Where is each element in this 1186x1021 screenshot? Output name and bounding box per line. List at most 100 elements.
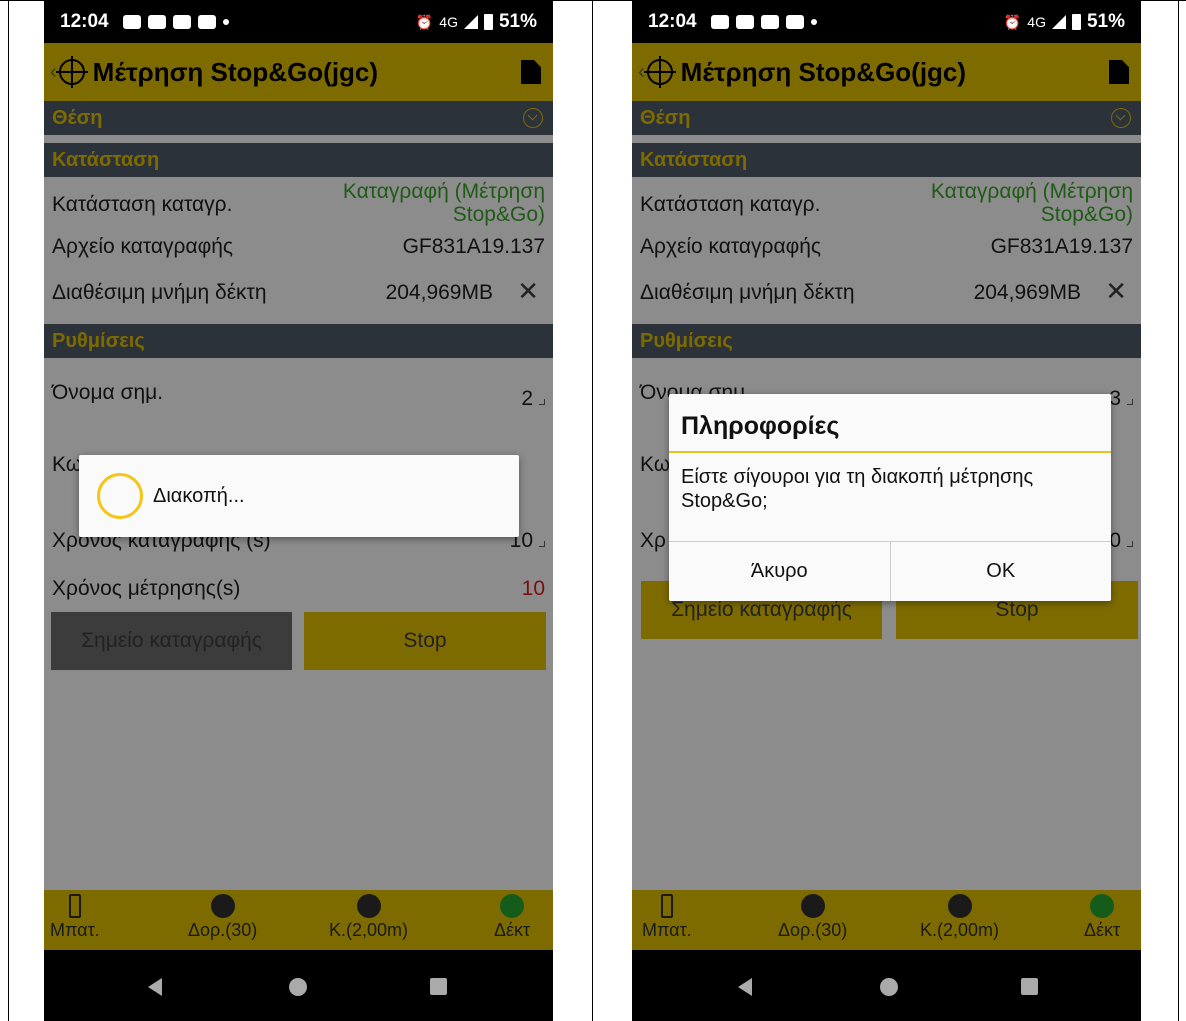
document-icon[interactable] <box>1109 60 1129 84</box>
signal-icon <box>463 15 478 29</box>
nav-back-icon[interactable] <box>738 978 752 996</box>
record-point-button[interactable]: Σημείο καταγραφής <box>51 612 292 670</box>
point-name-value[interactable]: 3 <box>1109 387 1121 410</box>
app-bar: ‹ Μέτρηση Stop&Go(jgc) <box>632 43 1141 101</box>
youtube-icon <box>122 15 141 29</box>
alarm-icon: ⏰ <box>415 13 434 30</box>
close-icon[interactable]: ✕ <box>517 276 539 307</box>
row-memory: Διαθέσιμη μνήμη δέκτη 204,969MB ✕ <box>632 276 1141 311</box>
measure-time-value: 10 <box>521 577 545 600</box>
section-settings: Ρυθμίσεις <box>632 324 1141 358</box>
crosshair-logo-icon <box>646 59 673 85</box>
loading-spinner-icon <box>97 473 143 519</box>
toolbar-pole[interactable]: Κ.(2,00m) <box>329 894 408 941</box>
progress-text: Διακοπή... <box>153 484 245 507</box>
toolbar-receiver[interactable]: Δέκτ <box>1084 894 1120 941</box>
battery-percent: 51% <box>1086 11 1125 32</box>
nav-recents-icon[interactable] <box>430 978 447 995</box>
phone-screen-left: 12:04 ⏰ 4G 51% ‹ Μέτρηση Stop&Go(jgc) Θέ… <box>44 1 553 1021</box>
section-position[interactable]: Θέση <box>44 101 553 135</box>
antenna-pole-icon <box>947 894 972 918</box>
border-mid <box>592 0 593 1021</box>
record-state-label: Κατάσταση καταγρ. <box>52 193 233 216</box>
close-icon[interactable]: ✕ <box>1105 276 1127 307</box>
nav-home-icon[interactable] <box>289 978 307 996</box>
log-time-label: Χρ <box>640 529 666 552</box>
more-dot-icon <box>222 19 229 25</box>
expand-chevron-icon[interactable] <box>1111 108 1131 128</box>
record-state-label: Κατάσταση καταγρ. <box>640 193 821 216</box>
receiver-icon <box>1090 894 1115 918</box>
row-log-file: Αρχείο καταγραφής GF831A19.137 <box>632 235 1141 265</box>
notification-icons <box>710 15 817 29</box>
status-bar: 12:04 ⏰ 4G 51% <box>632 1 1141 43</box>
info-dialog: Πληροφορίες Είστε σίγουροι για τη διακοπ… <box>669 394 1111 601</box>
gmail-icon <box>735 15 754 29</box>
border-left <box>8 0 9 1021</box>
ok-button[interactable]: OK <box>889 542 1112 601</box>
status-time: 12:04 <box>648 11 697 32</box>
row-measure-time: Χρόνος μέτρησης(s) 10 <box>44 577 553 607</box>
point-name-label: Όνομα σημ. <box>52 381 164 404</box>
section-settings-label: Ρυθμίσεις <box>52 330 145 352</box>
nav-back-icon[interactable] <box>148 978 162 996</box>
point-name-value[interactable]: 2 <box>521 387 533 410</box>
toolbar-receiver[interactable]: Δέκτ <box>494 894 530 941</box>
section-settings: Ρυθμίσεις <box>44 324 553 358</box>
dialog-message: Είστε σίγουροι για τη διακοπή μέτρησης S… <box>681 466 1034 512</box>
battery-icon <box>660 894 673 918</box>
page-title: Μέτρηση Stop&Go(jgc) <box>680 56 967 87</box>
edit-corner-icon <box>539 399 545 405</box>
memory-value: 204,969MB <box>385 281 493 304</box>
network-type: 4G <box>439 14 458 30</box>
gmail-icon <box>147 15 166 29</box>
row-point-name[interactable]: Όνομα σημ. 2 <box>44 381 553 411</box>
row-log-file: Αρχείο καταγραφής GF831A19.137 <box>44 235 553 265</box>
document-icon[interactable] <box>521 60 541 84</box>
expand-chevron-icon[interactable] <box>523 108 543 128</box>
satellite-icon <box>800 894 825 918</box>
nav-home-icon[interactable] <box>880 978 898 996</box>
toolbar-battery-label: Μπατ. <box>642 920 692 940</box>
section-status: Κατάσταση <box>44 143 553 177</box>
phone-screen-right: 12:04 ⏰ 4G 51% ‹ Μέτρηση Stop&Go(jgc) Θέ… <box>632 1 1141 1021</box>
antenna-pole-icon <box>356 894 381 918</box>
battery-icon <box>1071 14 1081 30</box>
signal-icon <box>1051 15 1066 29</box>
toolbar-pole-label: Κ.(2,00m) <box>920 920 1000 940</box>
section-status-label: Κατάσταση <box>52 149 160 171</box>
border-right <box>1178 0 1179 1021</box>
section-position[interactable]: Θέση <box>632 101 1141 135</box>
toolbar-satellites-label: Δορ.(30) <box>188 920 258 940</box>
code-label: Κω <box>52 453 83 476</box>
log-time-value[interactable]: 0 <box>1109 529 1121 552</box>
edit-corner-icon <box>539 541 545 547</box>
bottom-toolbar: Μπατ. Δορ.(30) Κ.(2,00m) Δέκτ <box>632 890 1141 950</box>
battery-icon <box>68 894 81 918</box>
battery-percent: 51% <box>498 11 537 32</box>
toolbar-pole[interactable]: Κ.(2,00m) <box>920 894 999 941</box>
stop-button[interactable]: Stop <box>304 612 546 670</box>
mail-icon <box>760 15 779 29</box>
nav-recents-icon[interactable] <box>1021 978 1038 995</box>
android-nav-bar <box>44 950 553 1021</box>
memory-label: Διαθέσιμη μνήμη δέκτη <box>52 281 267 304</box>
toolbar-battery[interactable]: Μπατ. <box>642 894 692 941</box>
satellite-icon <box>210 894 235 918</box>
cancel-button[interactable]: Άκυρο <box>669 542 890 601</box>
row-memory: Διαθέσιμη μνήμη δέκτη 204,969MB ✕ <box>44 276 553 311</box>
receiver-icon <box>500 894 525 918</box>
toolbar-satellites[interactable]: Δορ.(30) <box>188 894 257 941</box>
android-nav-bar <box>632 950 1141 1021</box>
section-status: Κατάσταση <box>632 143 1141 177</box>
toolbar-satellites[interactable]: Δορ.(30) <box>778 894 847 941</box>
memory-label: Διαθέσιμη μνήμη δέκτη <box>640 281 855 304</box>
toolbar-receiver-label: Δέκτ <box>1084 920 1121 940</box>
toolbar-battery[interactable]: Μπατ. <box>50 894 100 941</box>
row-record-state: Κατάσταση καταγρ. Καταγραφή (Μέτρηση Sto… <box>632 177 1141 229</box>
edit-corner-icon <box>1127 541 1133 547</box>
progress-dialog: Διακοπή... <box>79 455 519 537</box>
comparison-page: 12:04 ⏰ 4G 51% ‹ Μέτρηση Stop&Go(jgc) Θέ… <box>0 0 1186 1021</box>
log-file-value: GF831A19.137 <box>402 235 545 258</box>
status-time: 12:04 <box>60 11 109 32</box>
